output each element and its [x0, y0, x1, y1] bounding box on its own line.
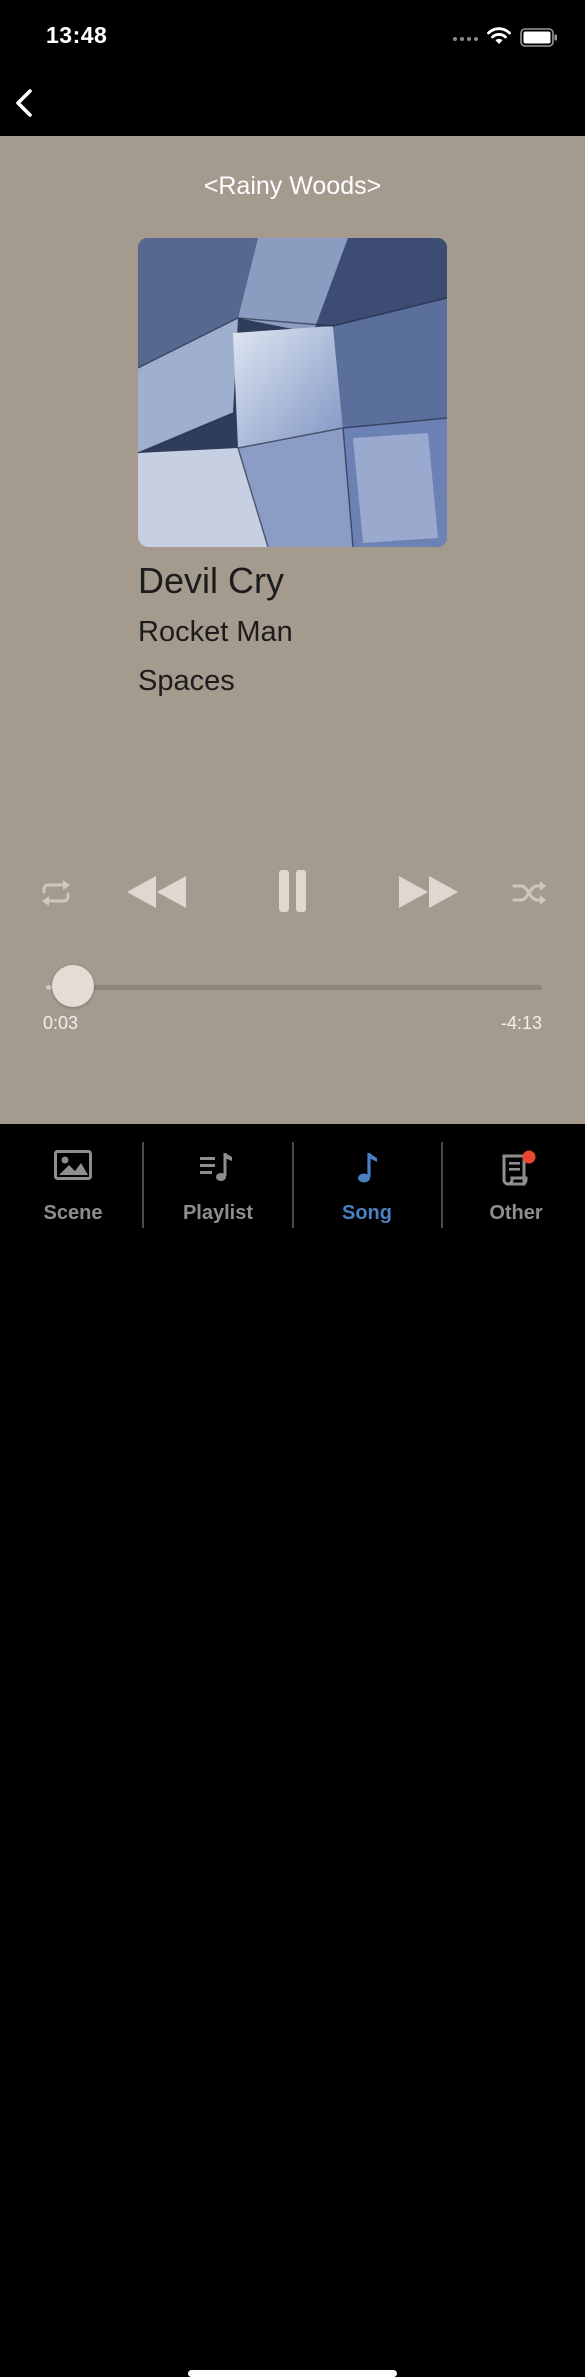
- status-bar: 13:48: [0, 0, 585, 76]
- status-time: 13:48: [46, 22, 108, 48]
- scene-title: <Rainy Woods>: [203, 172, 382, 200]
- progress-track[interactable]: [46, 985, 542, 990]
- nav-bar: [0, 76, 585, 136]
- battery-icon: [520, 28, 557, 47]
- time-elapsed: 0:03: [43, 1013, 79, 1033]
- tab-divider: [142, 1142, 144, 1228]
- tab-other-label: Other: [489, 1202, 543, 1224]
- tab-scene[interactable]: Scene: [0, 1124, 146, 1234]
- pause-button[interactable]: [278, 868, 308, 914]
- music-note-icon: [358, 1153, 377, 1183]
- cellular-signal-icon: [453, 37, 478, 41]
- tab-scene-label: Scene: [43, 1202, 103, 1224]
- tab-playlist-label: Playlist: [182, 1202, 254, 1224]
- tab-playlist[interactable]: Playlist: [145, 1124, 291, 1234]
- player-panel: <Rainy Woods> Devil Cry Rocket Man Space…: [0, 136, 585, 1124]
- home-indicator: [188, 2370, 397, 2377]
- shuffle-icon[interactable]: [512, 878, 548, 908]
- wifi-icon: [487, 27, 511, 44]
- tab-song-label: Song: [342, 1202, 392, 1224]
- album-artwork-image: [138, 238, 447, 547]
- document-icon: [502, 1150, 536, 1186]
- progress-thumb[interactable]: [51, 965, 94, 1007]
- tab-song[interactable]: Song: [294, 1124, 440, 1234]
- rewind-button[interactable]: [126, 874, 188, 910]
- tab-other[interactable]: Other: [443, 1124, 585, 1234]
- track-artist: Rocket Man: [138, 616, 293, 648]
- album-artwork: [138, 238, 447, 547]
- image-icon: [54, 1150, 92, 1180]
- track-album: Spaces: [138, 665, 235, 697]
- tab-bar: Scene Playlist Song Other: [0, 1124, 585, 2377]
- fast-forward-button[interactable]: [398, 874, 460, 910]
- track-title: Devil Cry: [138, 560, 285, 601]
- notification-badge: [522, 1150, 536, 1164]
- time-remaining: -4:13: [500, 1013, 542, 1033]
- playlist-icon: [200, 1153, 232, 1181]
- repeat-icon[interactable]: [38, 878, 74, 908]
- back-chevron-icon[interactable]: [10, 86, 40, 120]
